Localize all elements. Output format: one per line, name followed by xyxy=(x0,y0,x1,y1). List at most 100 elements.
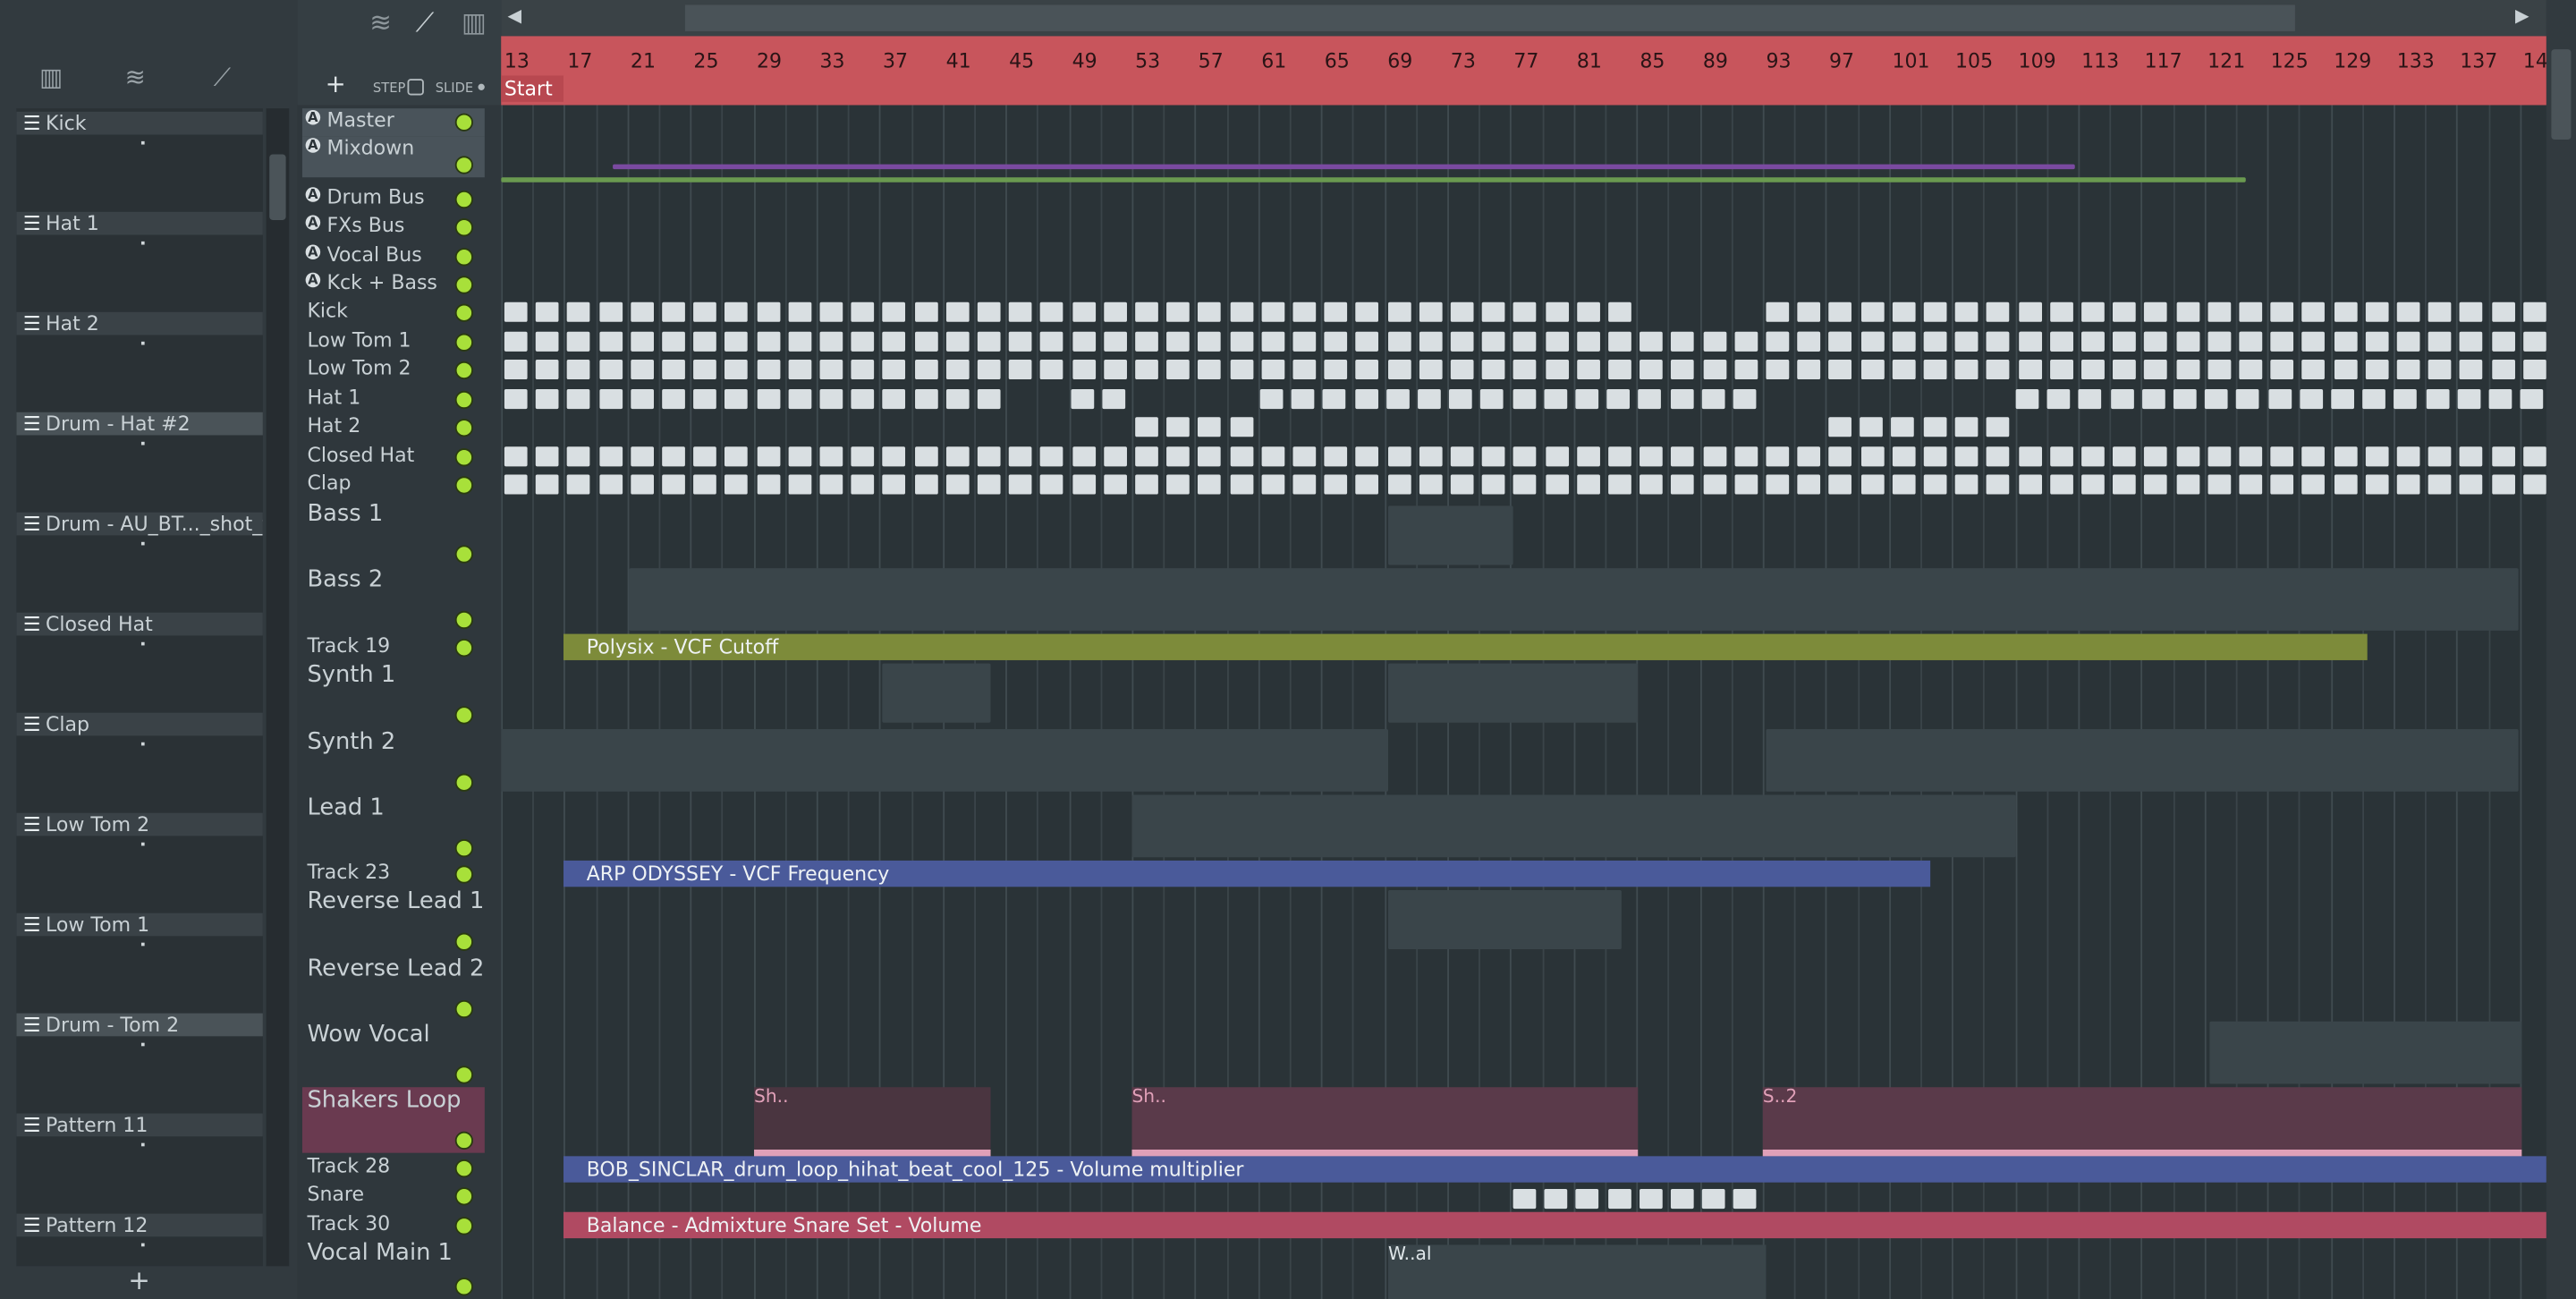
pattern-clip[interactable] xyxy=(2491,360,2515,380)
pattern-clip[interactable] xyxy=(1009,446,1032,467)
pattern-clip[interactable] xyxy=(1198,331,1222,352)
track-mute-led[interactable] xyxy=(454,333,473,352)
pattern-clip[interactable] xyxy=(1419,474,1443,495)
pattern-clip[interactable] xyxy=(2144,301,2168,322)
pattern-clip[interactable] xyxy=(1828,474,1852,495)
pattern-item[interactable]: ☰ Low Tom 1 xyxy=(16,913,263,1014)
pattern-clip[interactable] xyxy=(1482,301,1505,322)
pattern-clip[interactable] xyxy=(1734,446,1758,467)
pattern-clip[interactable] xyxy=(1828,417,1852,437)
pattern-clip[interactable] xyxy=(598,360,623,380)
pattern-clip[interactable] xyxy=(662,389,685,410)
pattern-clip[interactable] xyxy=(851,360,875,380)
pattern-clip[interactable] xyxy=(977,474,1001,495)
pattern-clip[interactable] xyxy=(1166,417,1191,437)
pattern-clip[interactable] xyxy=(819,331,843,352)
pattern-clip[interactable] xyxy=(630,389,654,410)
pattern-clip[interactable] xyxy=(1324,360,1348,380)
slide-toggle[interactable] xyxy=(478,83,485,90)
pattern-clip[interactable] xyxy=(1292,331,1317,352)
pattern-clip[interactable] xyxy=(2207,360,2231,380)
pattern-clip[interactable] xyxy=(1797,331,1821,352)
pattern-clip[interactable] xyxy=(1292,446,1317,467)
pattern-clip[interactable] xyxy=(819,301,843,322)
pattern-clip[interactable] xyxy=(2113,331,2137,352)
pattern-clip[interactable] xyxy=(1324,474,1348,495)
pattern-clip[interactable] xyxy=(1513,301,1538,322)
pattern-clip[interactable] xyxy=(914,360,938,380)
pattern-clip[interactable] xyxy=(2239,331,2263,352)
pattern-clip[interactable] xyxy=(1387,360,1411,380)
pattern-clip[interactable] xyxy=(567,474,591,495)
pattern-clip[interactable] xyxy=(1607,1189,1631,1210)
pattern-clip[interactable] xyxy=(2141,389,2165,410)
synth-clip[interactable] xyxy=(882,663,991,723)
pattern-clip[interactable] xyxy=(693,331,717,352)
pattern-clip[interactable] xyxy=(1892,446,1916,467)
step-toggle[interactable] xyxy=(407,79,424,96)
pattern-clip[interactable] xyxy=(977,389,1001,410)
pattern-clip[interactable] xyxy=(598,389,623,410)
pattern-clip[interactable] xyxy=(1482,446,1505,467)
pattern-clip[interactable] xyxy=(1040,474,1064,495)
pattern-clip[interactable] xyxy=(2460,331,2483,352)
pattern-clip[interactable] xyxy=(2081,331,2105,352)
track-header[interactable]: Vocal Main 1 xyxy=(302,1240,485,1299)
pattern-clip[interactable] xyxy=(819,446,843,467)
pattern-clip[interactable] xyxy=(1292,360,1317,380)
synth-clip[interactable] xyxy=(1766,729,2519,792)
bass-clip[interactable] xyxy=(1388,505,1513,565)
pattern-clip[interactable] xyxy=(2301,301,2326,322)
pattern-clip[interactable] xyxy=(788,301,811,322)
pattern-clip[interactable] xyxy=(2522,331,2546,352)
pattern-clip[interactable] xyxy=(1670,1189,1694,1210)
track-header[interactable]: Hat 1 xyxy=(302,386,485,413)
track-mute-led[interactable] xyxy=(454,639,473,658)
track-mute-led[interactable] xyxy=(454,865,473,884)
pattern-clip[interactable] xyxy=(2046,389,2071,410)
automation-clip[interactable]: Balance - Admixture Snare Set - Volume xyxy=(563,1211,2546,1239)
pattern-clip[interactable] xyxy=(1450,474,1474,495)
pattern-clip[interactable] xyxy=(2049,446,2073,467)
pattern-clip[interactable] xyxy=(1135,446,1158,467)
pattern-clip[interactable] xyxy=(1923,360,1947,380)
track-mute-led[interactable] xyxy=(454,248,473,267)
track-header[interactable]: Hat 2 xyxy=(302,414,485,442)
draw-tool-icon[interactable]: ⟋ xyxy=(416,6,435,39)
pattern-clip[interactable] xyxy=(1229,446,1253,467)
pattern-clip[interactable] xyxy=(1009,331,1032,352)
pattern-clip[interactable] xyxy=(1480,389,1504,410)
pattern-clip[interactable] xyxy=(693,446,717,467)
pattern-clip[interactable] xyxy=(693,474,717,495)
pattern-clip[interactable] xyxy=(2239,474,2263,495)
pattern-clip[interactable] xyxy=(2334,446,2357,467)
pattern-clip[interactable] xyxy=(1828,331,1852,352)
pattern-clip[interactable] xyxy=(1419,360,1443,380)
pattern-clip[interactable] xyxy=(2331,389,2354,410)
pattern-clip[interactable] xyxy=(2175,474,2199,495)
pattern-clip[interactable] xyxy=(1608,474,1631,495)
pattern-clip[interactable] xyxy=(1955,474,1979,495)
pattern-clip[interactable] xyxy=(945,389,970,410)
track-mute-led[interactable] xyxy=(454,190,473,209)
pattern-clip[interactable] xyxy=(1040,446,1064,467)
pattern-clip[interactable] xyxy=(1261,474,1284,495)
track-mute-led[interactable] xyxy=(454,419,473,437)
pattern-clip[interactable] xyxy=(2081,446,2105,467)
pattern-clip[interactable] xyxy=(1009,360,1032,380)
pattern-clip[interactable] xyxy=(1892,331,1916,352)
pattern-clip[interactable] xyxy=(1072,446,1096,467)
pattern-clip[interactable] xyxy=(2113,446,2137,467)
lead-clip[interactable] xyxy=(1131,794,2016,858)
pattern-clip[interactable] xyxy=(630,474,654,495)
pattern-clip[interactable] xyxy=(567,331,591,352)
pattern-clip[interactable] xyxy=(851,301,875,322)
pattern-clip[interactable] xyxy=(1766,301,1790,322)
pattern-clip[interactable] xyxy=(1166,301,1191,322)
pattern-clip[interactable] xyxy=(1640,360,1664,380)
track-mute-led[interactable] xyxy=(454,1187,473,1206)
pattern-clip[interactable] xyxy=(2144,360,2168,380)
pattern-clip[interactable] xyxy=(2300,389,2323,410)
pattern-clip[interactable] xyxy=(504,331,528,352)
pattern-clip[interactable] xyxy=(536,446,559,467)
